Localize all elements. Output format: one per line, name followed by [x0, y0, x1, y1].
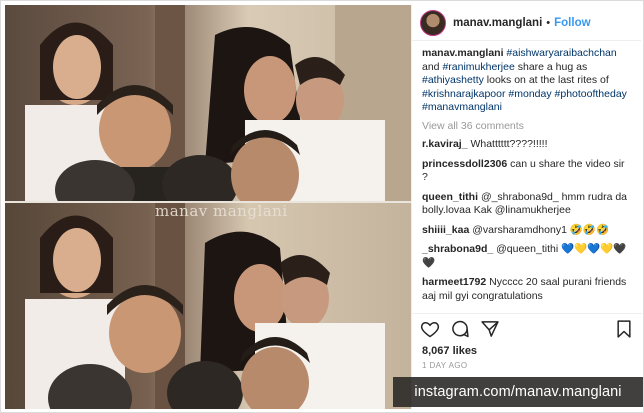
post-header: manav.manglani • Follow [412, 5, 641, 41]
hashtag-link[interactable]: #monday [508, 88, 551, 100]
caption-username[interactable]: manav.manglani [422, 47, 504, 59]
comment-item: queen_tithi @_shrabona9d_ hmm rudra da b… [422, 191, 633, 218]
comment-item: _shrabona9d_ @queen_tithi 💙💛💙💛🖤🖤 [422, 243, 633, 270]
hashtag-link[interactable]: #manavmanglani [422, 101, 502, 113]
comment-username[interactable]: queen_tithi [422, 191, 478, 203]
caption-fragment: share a hug as [514, 60, 588, 73]
comment-username[interactable]: _shrabona9d_ [422, 243, 493, 255]
caption-fragment: and [422, 60, 443, 73]
hashtag-link[interactable]: #aishwaryaraibachchan [506, 47, 616, 59]
comment-item: shiiii_kaa @varsharamdhony1 🤣🤣🤣 [422, 224, 633, 238]
avatar[interactable] [420, 9, 446, 36]
url-overlay-banner: instagram.com/manav.manglani [393, 377, 643, 407]
comment-list: r.kaviraj_ Whatttttt????!!!!! princessdol… [422, 138, 633, 304]
bookmark-icon[interactable] [614, 319, 634, 339]
comment-username[interactable]: r.kaviraj_ [422, 138, 468, 150]
hashtag-link[interactable]: #krishnarajkapoor [422, 88, 505, 100]
instagram-post-frame: manav manglani manav.manglani • Follow m… [0, 0, 644, 413]
post-caption: manav.manglani #aishwaryaraibachchan and… [422, 47, 633, 115]
comment-item: princessdoll2306 can u share the video s… [422, 158, 633, 185]
post-photo[interactable]: manav manglani [5, 5, 411, 409]
header-username[interactable]: manav.manglani [453, 17, 542, 29]
caption-fragment: looks on at the last rites of [483, 74, 609, 86]
comment-text: Whatttttt????!!!!! [470, 138, 548, 150]
follow-button[interactable]: Follow [554, 17, 590, 29]
comment-username[interactable]: harmeet1792 [422, 276, 486, 288]
comment-username[interactable]: princessdoll2306 [422, 158, 507, 170]
view-all-comments-link[interactable]: View all 36 comments [422, 120, 633, 134]
comment-username[interactable]: shiiii_kaa [422, 224, 469, 236]
hashtag-link[interactable]: #photooftheday [555, 88, 627, 100]
header-separator: • [546, 16, 551, 29]
comment-item: harmeet1792 Nycccc 20 saal purani friend… [422, 276, 633, 303]
post-timestamp: 1 DAY AGO [422, 361, 468, 370]
share-icon[interactable] [480, 319, 500, 339]
photo-panel-bottom [5, 203, 411, 409]
post-side-panel: manav.manglani • Follow manav.manglani #… [411, 5, 642, 409]
photo-panel-top [5, 5, 411, 201]
comment-icon[interactable] [450, 319, 470, 339]
heart-icon[interactable] [420, 319, 440, 339]
photo-watermark: manav manglani [155, 202, 288, 220]
likes-count[interactable]: 8,067 likes [422, 345, 477, 357]
url-overlay-text: instagram.com/manav.manglani [414, 384, 622, 400]
comments-section: manav.manglani #aishwaryaraibachchan and… [412, 41, 641, 304]
comment-item: r.kaviraj_ Whatttttt????!!!!! [422, 138, 633, 152]
action-bar [412, 313, 642, 343]
hashtag-link[interactable]: #ranimukherjee [442, 61, 514, 73]
comment-text: @varsharamdhony1 🤣🤣🤣 [472, 223, 610, 236]
photo-top-image [5, 5, 411, 201]
photo-bottom-image [5, 203, 411, 409]
hashtag-link[interactable]: #athiyashetty [422, 74, 484, 86]
